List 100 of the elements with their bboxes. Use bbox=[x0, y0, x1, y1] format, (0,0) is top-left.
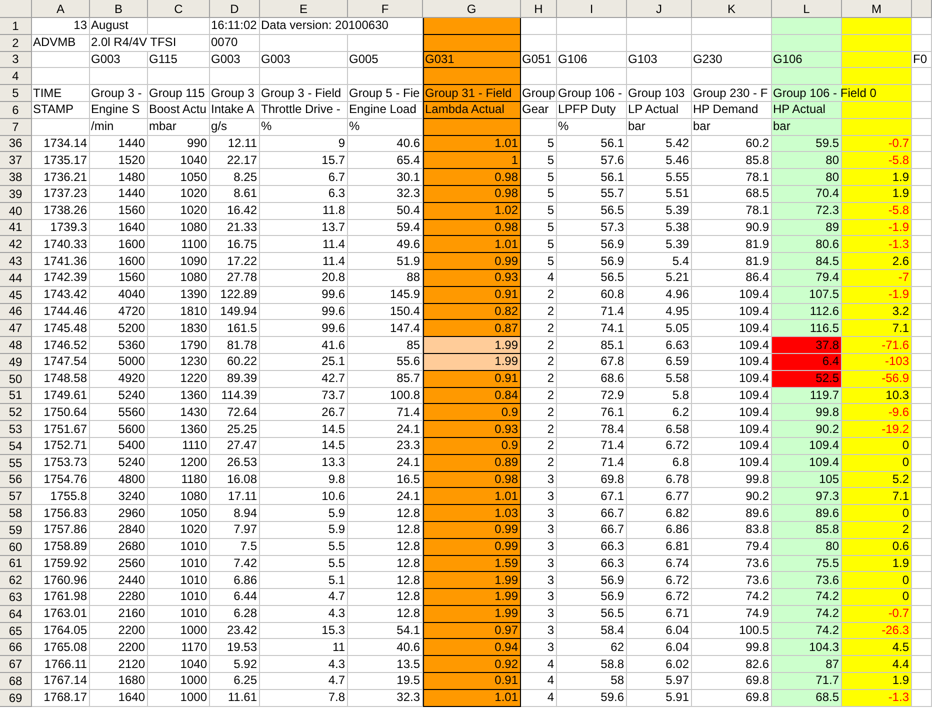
column-header[interactable]: J bbox=[627, 0, 692, 18]
table-cell: Group 3 - bbox=[90, 85, 148, 102]
row-header[interactable]: 51 bbox=[0, 388, 32, 404]
row-header[interactable]: 58 bbox=[0, 505, 32, 522]
row-header[interactable]: 53 bbox=[0, 421, 32, 438]
table-cell: 85.1 bbox=[557, 337, 627, 354]
row-header[interactable]: 56 bbox=[0, 472, 32, 488]
row-header[interactable]: 50 bbox=[0, 370, 32, 388]
row-header[interactable]: 52 bbox=[0, 404, 32, 422]
table-cell: 1.9 bbox=[842, 673, 912, 690]
table-cell: 97.3 bbox=[772, 488, 842, 506]
table-cell bbox=[912, 522, 932, 539]
column-header[interactable]: K bbox=[692, 0, 772, 18]
column-header[interactable]: F bbox=[348, 0, 423, 18]
row-header[interactable]: 42 bbox=[0, 236, 32, 254]
row-header[interactable]: 48 bbox=[0, 337, 32, 354]
table-cell: G106 bbox=[772, 52, 842, 68]
row-header[interactable]: 62 bbox=[0, 572, 32, 590]
select-all-corner[interactable] bbox=[0, 0, 32, 18]
table-cell: 4040 bbox=[90, 286, 148, 304]
table-cell bbox=[912, 236, 932, 254]
row-header[interactable]: 43 bbox=[0, 253, 32, 270]
table-cell bbox=[521, 18, 557, 35]
table-cell: 17.22 bbox=[210, 253, 260, 270]
row-header[interactable]: 37 bbox=[0, 152, 32, 170]
column-header[interactable] bbox=[912, 0, 932, 18]
row-header[interactable]: 60 bbox=[0, 538, 32, 556]
row-header[interactable]: 59 bbox=[0, 522, 32, 539]
column-header[interactable]: C bbox=[148, 0, 210, 18]
table-cell: 1763.01 bbox=[32, 606, 90, 623]
table-cell: 56.1 bbox=[557, 136, 627, 152]
row-header[interactable]: 61 bbox=[0, 556, 32, 572]
row-header[interactable]: 38 bbox=[0, 169, 32, 186]
table-cell: 1040 bbox=[148, 152, 210, 170]
row-header[interactable]: 3 bbox=[0, 52, 32, 68]
row-header[interactable]: 64 bbox=[0, 606, 32, 623]
row-header[interactable]: 69 bbox=[0, 690, 32, 707]
row-header[interactable]: 55 bbox=[0, 454, 32, 472]
table-cell: 0 bbox=[842, 589, 912, 606]
column-header[interactable]: M bbox=[842, 0, 912, 18]
row-header[interactable]: 57 bbox=[0, 488, 32, 506]
row-header[interactable]: 67 bbox=[0, 656, 32, 674]
column-header[interactable]: D bbox=[210, 0, 260, 18]
table-cell: 5560 bbox=[90, 404, 148, 422]
table-cell: 56.5 bbox=[557, 202, 627, 220]
table-cell: 55.7 bbox=[557, 186, 627, 203]
table-cell: 3 bbox=[521, 556, 557, 572]
row-header[interactable]: 49 bbox=[0, 354, 32, 371]
table-cell: 0.98 bbox=[423, 472, 521, 488]
table-cell: 6.58 bbox=[627, 421, 692, 438]
table-cell: -7 bbox=[842, 270, 912, 287]
row-header[interactable]: 68 bbox=[0, 673, 32, 690]
row-header[interactable]: 40 bbox=[0, 202, 32, 220]
row-header[interactable]: 5 bbox=[0, 85, 32, 102]
table-cell: 109.4 bbox=[772, 454, 842, 472]
table-cell: Lambda Actual bbox=[423, 102, 521, 119]
row-header[interactable]: 6 bbox=[0, 102, 32, 119]
table-cell: 1010 bbox=[148, 556, 210, 572]
table-cell: 12.11 bbox=[210, 136, 260, 152]
row-header[interactable]: 41 bbox=[0, 220, 32, 236]
table-cell: 6.72 bbox=[627, 589, 692, 606]
table-cell: 1.99 bbox=[423, 589, 521, 606]
table-cell: 1735.17 bbox=[32, 152, 90, 170]
table-cell: 4920 bbox=[90, 370, 148, 388]
table-cell: 0.89 bbox=[423, 454, 521, 472]
row-header[interactable]: 45 bbox=[0, 286, 32, 304]
column-header[interactable]: H bbox=[521, 0, 557, 18]
row-header[interactable]: 46 bbox=[0, 304, 32, 320]
row-header[interactable]: 4 bbox=[0, 68, 32, 86]
row-header[interactable]: 47 bbox=[0, 320, 32, 338]
table-cell: 27.78 bbox=[210, 270, 260, 287]
table-cell: 2200 bbox=[90, 622, 148, 640]
column-header[interactable]: G bbox=[423, 0, 521, 18]
table-cell: 6.25 bbox=[210, 673, 260, 690]
table-cell: 5.42 bbox=[627, 136, 692, 152]
table-cell: 2 bbox=[521, 388, 557, 404]
table-cell: 1767.14 bbox=[32, 673, 90, 690]
table-cell: 3240 bbox=[90, 488, 148, 506]
column-header[interactable]: B bbox=[90, 0, 148, 18]
row-header[interactable]: 2 bbox=[0, 34, 32, 52]
column-header[interactable]: I bbox=[557, 0, 627, 18]
row-header[interactable]: 54 bbox=[0, 438, 32, 455]
table-cell: 69.8 bbox=[557, 472, 627, 488]
column-header[interactable]: E bbox=[260, 0, 348, 18]
row-header[interactable]: 63 bbox=[0, 589, 32, 606]
table-cell: 1810 bbox=[148, 304, 210, 320]
row-header[interactable]: 1 bbox=[0, 18, 32, 35]
row-header[interactable]: 44 bbox=[0, 270, 32, 287]
row-header[interactable]: 66 bbox=[0, 639, 32, 656]
row-header[interactable]: 65 bbox=[0, 622, 32, 640]
row-header[interactable]: 7 bbox=[0, 118, 32, 136]
row-header[interactable]: 39 bbox=[0, 186, 32, 203]
column-header[interactable]: L bbox=[772, 0, 842, 18]
table-cell: 0.87 bbox=[423, 320, 521, 338]
row-header[interactable]: 36 bbox=[0, 136, 32, 152]
table-cell: 1765.08 bbox=[32, 639, 90, 656]
table-cell: 2960 bbox=[90, 505, 148, 522]
column-header[interactable]: A bbox=[32, 0, 90, 18]
table-cell bbox=[912, 690, 932, 707]
table-cell bbox=[557, 68, 627, 86]
